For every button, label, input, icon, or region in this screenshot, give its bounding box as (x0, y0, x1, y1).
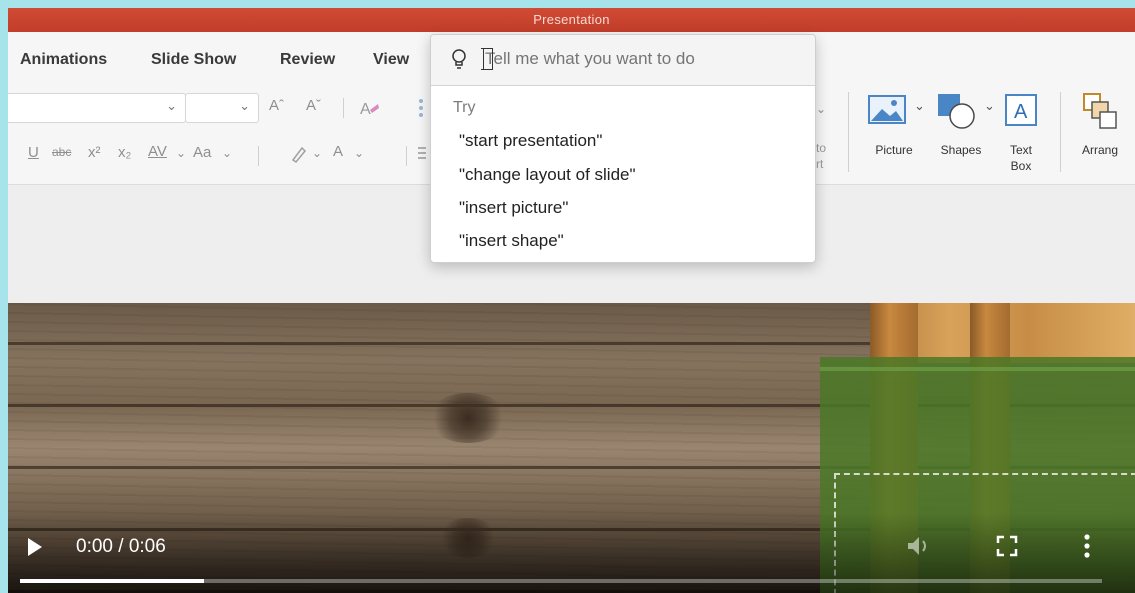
chevron-down-icon[interactable]: ⌄ (176, 146, 186, 160)
shapes-button-label[interactable]: Shapes (934, 142, 988, 158)
wood-knot (428, 393, 508, 443)
lightbulb-icon (452, 49, 466, 69)
divider (1060, 92, 1061, 172)
font-name-select[interactable]: ⌄ (8, 93, 186, 123)
label-line: rt (816, 157, 824, 171)
arrange-button-label[interactable]: Arrang (1082, 142, 1135, 158)
divider (406, 146, 407, 166)
text-cursor-icon (481, 48, 493, 70)
tab-slide-show[interactable]: Slide Show (151, 51, 236, 69)
tab-review[interactable]: Review (280, 51, 335, 69)
chevron-down-icon: ⌄ (239, 98, 250, 113)
convert-label-fragment: to rt (816, 140, 826, 172)
chevron-down-icon[interactable]: ⌄ (984, 98, 995, 114)
highlighter-icon[interactable] (290, 144, 308, 164)
play-icon[interactable] (28, 538, 42, 556)
tell-me-search-row (431, 35, 815, 86)
green-shape-line (820, 367, 1135, 371)
chevron-down-icon: ⌄ (166, 98, 177, 113)
character-spacing-icon[interactable]: AV (148, 143, 167, 160)
fullscreen-icon[interactable] (996, 535, 1018, 557)
divider (343, 98, 344, 118)
window-title: Presentation (533, 12, 610, 27)
text-box-button-label[interactable]: Text Box (1003, 142, 1039, 174)
video-progress-bar[interactable] (20, 579, 1102, 583)
chevron-down-icon[interactable]: ⌄ (354, 146, 364, 160)
suggestion-insert-picture[interactable]: "insert picture" (459, 198, 568, 218)
change-case-icon[interactable]: Aa (193, 144, 211, 161)
bullets-icon[interactable] (416, 97, 426, 119)
clear-formatting-icon[interactable]: A (358, 98, 380, 118)
video-progress-fill (20, 579, 204, 583)
increase-font-size-icon[interactable]: Aˆ (269, 97, 284, 114)
decrease-font-size-icon[interactable]: Aˇ (306, 97, 321, 114)
chevron-down-icon[interactable]: ⌄ (914, 98, 925, 114)
label-line: Text (1009, 143, 1032, 157)
chevron-down-icon[interactable]: ⌄ (816, 102, 826, 116)
picture-button-label[interactable]: Picture (866, 142, 922, 158)
shapes-icon[interactable] (936, 92, 978, 130)
chevron-down-icon[interactable]: ⌄ (312, 146, 322, 160)
font-color-icon[interactable]: A (333, 143, 343, 160)
picture-icon[interactable] (868, 94, 908, 126)
font-size-select[interactable]: ⌄ (185, 93, 259, 123)
text-box-icon[interactable]: A (1004, 93, 1038, 127)
suggestion-change-layout[interactable]: "change layout of slide" (459, 165, 636, 185)
label-line: to (816, 141, 827, 155)
align-icon[interactable] (417, 146, 427, 162)
tab-animations[interactable]: Animations (20, 51, 107, 69)
slide-video[interactable] (8, 303, 1135, 593)
svg-text:A: A (1014, 101, 1028, 123)
tab-view[interactable]: View (373, 51, 409, 69)
suggestion-start-presentation[interactable]: "start presentation" (459, 131, 602, 151)
superscript-icon[interactable]: x² (88, 144, 101, 161)
label-line: Box (1010, 159, 1032, 173)
title-bar: Presentation (8, 8, 1135, 32)
strikethrough-icon[interactable]: abc (52, 145, 71, 159)
tell-me-dropdown: Try "start presentation" "change layout … (430, 34, 816, 263)
subscript-icon[interactable]: x₂ (118, 144, 131, 161)
arrange-icon[interactable] (1082, 92, 1122, 132)
try-label: Try (453, 99, 476, 116)
volume-icon[interactable] (906, 534, 934, 558)
more-options-icon[interactable] (1082, 533, 1092, 559)
divider (258, 146, 259, 166)
video-time: 0:00 / 0:06 (76, 536, 166, 557)
tell-me-input[interactable] (485, 49, 785, 69)
underline-icon[interactable]: U (28, 144, 39, 161)
suggestion-insert-shape[interactable]: "insert shape" (459, 231, 564, 251)
app-window: Presentation Animations Slide Show Revie… (8, 8, 1135, 593)
chevron-down-icon[interactable]: ⌄ (222, 146, 232, 160)
svg-text:A: A (360, 101, 371, 118)
divider (848, 92, 849, 172)
